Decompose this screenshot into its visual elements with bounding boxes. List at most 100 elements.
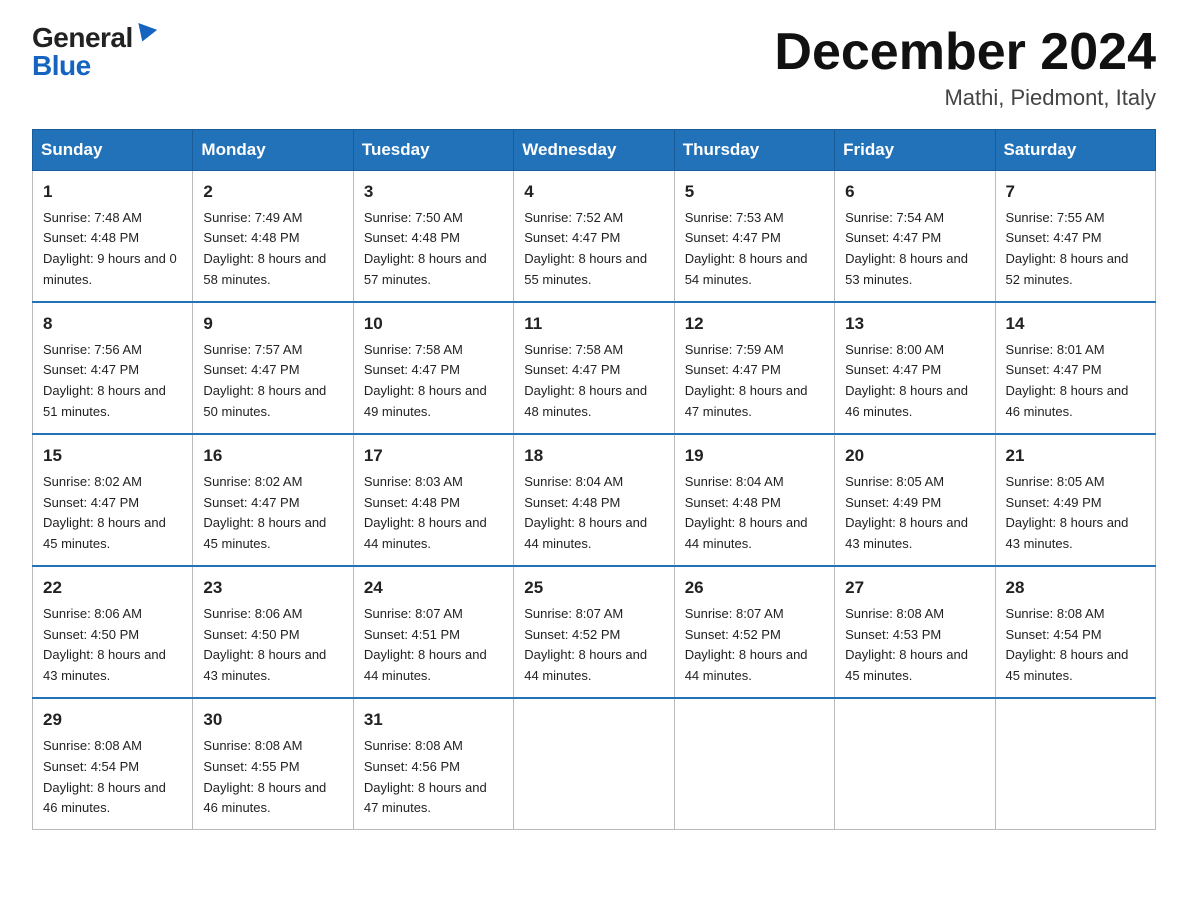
calendar-cell: 30 Sunrise: 8:08 AMSunset: 4:55 PMDaylig… [193,698,353,830]
day-number: 10 [364,311,503,337]
cell-info: Sunrise: 8:08 AMSunset: 4:55 PMDaylight:… [203,738,326,816]
title-block: December 2024 Mathi, Piedmont, Italy [774,24,1156,111]
day-number: 23 [203,575,342,601]
cell-info: Sunrise: 8:01 AMSunset: 4:47 PMDaylight:… [1006,342,1129,420]
cell-info: Sunrise: 7:59 AMSunset: 4:47 PMDaylight:… [685,342,808,420]
cell-info: Sunrise: 7:49 AMSunset: 4:48 PMDaylight:… [203,210,326,288]
day-number: 22 [43,575,182,601]
calendar-cell: 9 Sunrise: 7:57 AMSunset: 4:47 PMDayligh… [193,302,353,434]
calendar-cell: 14 Sunrise: 8:01 AMSunset: 4:47 PMDaylig… [995,302,1155,434]
logo-triangle-icon [133,23,157,45]
calendar-cell: 12 Sunrise: 7:59 AMSunset: 4:47 PMDaylig… [674,302,834,434]
cell-info: Sunrise: 7:55 AMSunset: 4:47 PMDaylight:… [1006,210,1129,288]
calendar-header-row: SundayMondayTuesdayWednesdayThursdayFrid… [33,130,1156,171]
day-number: 12 [685,311,824,337]
calendar-cell: 26 Sunrise: 8:07 AMSunset: 4:52 PMDaylig… [674,566,834,698]
calendar-cell: 15 Sunrise: 8:02 AMSunset: 4:47 PMDaylig… [33,434,193,566]
calendar-cell: 17 Sunrise: 8:03 AMSunset: 4:48 PMDaylig… [353,434,513,566]
cell-info: Sunrise: 7:58 AMSunset: 4:47 PMDaylight:… [364,342,487,420]
logo: General Blue [32,24,155,80]
cell-info: Sunrise: 8:02 AMSunset: 4:47 PMDaylight:… [203,474,326,552]
day-number: 1 [43,179,182,205]
day-number: 2 [203,179,342,205]
day-number: 18 [524,443,663,469]
page-header: General Blue December 2024 Mathi, Piedmo… [32,24,1156,111]
day-number: 29 [43,707,182,733]
cell-info: Sunrise: 8:04 AMSunset: 4:48 PMDaylight:… [524,474,647,552]
calendar-cell: 28 Sunrise: 8:08 AMSunset: 4:54 PMDaylig… [995,566,1155,698]
day-number: 5 [685,179,824,205]
day-number: 14 [1006,311,1145,337]
day-number: 16 [203,443,342,469]
cell-info: Sunrise: 7:57 AMSunset: 4:47 PMDaylight:… [203,342,326,420]
calendar-header-wednesday: Wednesday [514,130,674,171]
calendar-cell: 13 Sunrise: 8:00 AMSunset: 4:47 PMDaylig… [835,302,995,434]
cell-info: Sunrise: 7:54 AMSunset: 4:47 PMDaylight:… [845,210,968,288]
cell-info: Sunrise: 8:06 AMSunset: 4:50 PMDaylight:… [43,606,166,684]
calendar-cell [835,698,995,830]
calendar-header-saturday: Saturday [995,130,1155,171]
cell-info: Sunrise: 8:07 AMSunset: 4:51 PMDaylight:… [364,606,487,684]
calendar-header-monday: Monday [193,130,353,171]
calendar-cell: 21 Sunrise: 8:05 AMSunset: 4:49 PMDaylig… [995,434,1155,566]
cell-info: Sunrise: 8:00 AMSunset: 4:47 PMDaylight:… [845,342,968,420]
calendar-cell: 20 Sunrise: 8:05 AMSunset: 4:49 PMDaylig… [835,434,995,566]
logo-general-text: General [32,24,133,52]
day-number: 19 [685,443,824,469]
day-number: 11 [524,311,663,337]
cell-info: Sunrise: 8:06 AMSunset: 4:50 PMDaylight:… [203,606,326,684]
day-number: 9 [203,311,342,337]
calendar-week-row: 29 Sunrise: 8:08 AMSunset: 4:54 PMDaylig… [33,698,1156,830]
day-number: 8 [43,311,182,337]
cell-info: Sunrise: 8:07 AMSunset: 4:52 PMDaylight:… [685,606,808,684]
cell-info: Sunrise: 7:48 AMSunset: 4:48 PMDaylight:… [43,210,177,288]
calendar-cell: 8 Sunrise: 7:56 AMSunset: 4:47 PMDayligh… [33,302,193,434]
calendar-week-row: 1 Sunrise: 7:48 AMSunset: 4:48 PMDayligh… [33,171,1156,303]
calendar-table: SundayMondayTuesdayWednesdayThursdayFrid… [32,129,1156,830]
cell-info: Sunrise: 8:08 AMSunset: 4:54 PMDaylight:… [1006,606,1129,684]
cell-info: Sunrise: 8:08 AMSunset: 4:56 PMDaylight:… [364,738,487,816]
calendar-cell: 10 Sunrise: 7:58 AMSunset: 4:47 PMDaylig… [353,302,513,434]
calendar-cell: 19 Sunrise: 8:04 AMSunset: 4:48 PMDaylig… [674,434,834,566]
day-number: 28 [1006,575,1145,601]
calendar-cell: 31 Sunrise: 8:08 AMSunset: 4:56 PMDaylig… [353,698,513,830]
cell-info: Sunrise: 7:58 AMSunset: 4:47 PMDaylight:… [524,342,647,420]
day-number: 25 [524,575,663,601]
day-number: 6 [845,179,984,205]
calendar-cell: 23 Sunrise: 8:06 AMSunset: 4:50 PMDaylig… [193,566,353,698]
day-number: 3 [364,179,503,205]
day-number: 7 [1006,179,1145,205]
cell-info: Sunrise: 7:52 AMSunset: 4:47 PMDaylight:… [524,210,647,288]
calendar-cell: 29 Sunrise: 8:08 AMSunset: 4:54 PMDaylig… [33,698,193,830]
day-number: 4 [524,179,663,205]
month-title: December 2024 [774,24,1156,81]
calendar-cell: 6 Sunrise: 7:54 AMSunset: 4:47 PMDayligh… [835,171,995,303]
calendar-cell: 25 Sunrise: 8:07 AMSunset: 4:52 PMDaylig… [514,566,674,698]
calendar-header-thursday: Thursday [674,130,834,171]
cell-info: Sunrise: 8:07 AMSunset: 4:52 PMDaylight:… [524,606,647,684]
day-number: 27 [845,575,984,601]
cell-info: Sunrise: 8:05 AMSunset: 4:49 PMDaylight:… [1006,474,1129,552]
calendar-cell: 27 Sunrise: 8:08 AMSunset: 4:53 PMDaylig… [835,566,995,698]
calendar-header-friday: Friday [835,130,995,171]
calendar-week-row: 8 Sunrise: 7:56 AMSunset: 4:47 PMDayligh… [33,302,1156,434]
calendar-cell: 24 Sunrise: 8:07 AMSunset: 4:51 PMDaylig… [353,566,513,698]
cell-info: Sunrise: 8:02 AMSunset: 4:47 PMDaylight:… [43,474,166,552]
day-number: 13 [845,311,984,337]
calendar-cell: 5 Sunrise: 7:53 AMSunset: 4:47 PMDayligh… [674,171,834,303]
cell-info: Sunrise: 8:03 AMSunset: 4:48 PMDaylight:… [364,474,487,552]
calendar-cell: 7 Sunrise: 7:55 AMSunset: 4:47 PMDayligh… [995,171,1155,303]
cell-info: Sunrise: 8:08 AMSunset: 4:54 PMDaylight:… [43,738,166,816]
day-number: 15 [43,443,182,469]
cell-info: Sunrise: 8:05 AMSunset: 4:49 PMDaylight:… [845,474,968,552]
calendar-cell [995,698,1155,830]
calendar-header-tuesday: Tuesday [353,130,513,171]
calendar-cell: 4 Sunrise: 7:52 AMSunset: 4:47 PMDayligh… [514,171,674,303]
cell-info: Sunrise: 8:08 AMSunset: 4:53 PMDaylight:… [845,606,968,684]
calendar-cell: 2 Sunrise: 7:49 AMSunset: 4:48 PMDayligh… [193,171,353,303]
calendar-cell [514,698,674,830]
calendar-cell: 18 Sunrise: 8:04 AMSunset: 4:48 PMDaylig… [514,434,674,566]
cell-info: Sunrise: 7:53 AMSunset: 4:47 PMDaylight:… [685,210,808,288]
calendar-week-row: 15 Sunrise: 8:02 AMSunset: 4:47 PMDaylig… [33,434,1156,566]
calendar-week-row: 22 Sunrise: 8:06 AMSunset: 4:50 PMDaylig… [33,566,1156,698]
